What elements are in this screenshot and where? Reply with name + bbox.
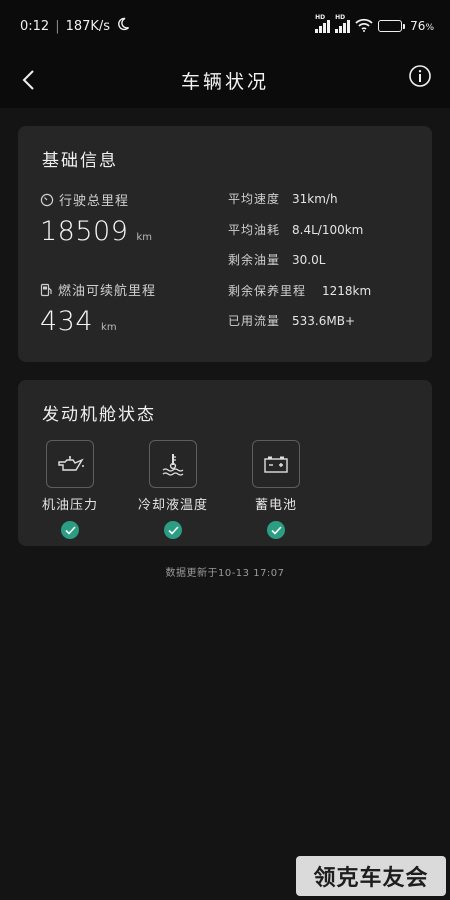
- wifi-icon: [355, 18, 373, 35]
- total-mileage-label: 行驶总里程: [40, 190, 129, 209]
- status-right: HD HD 76%: [315, 14, 434, 35]
- status-separator: |: [55, 18, 60, 34]
- status-time: 0:12: [20, 18, 50, 34]
- oil-can-icon: [46, 440, 94, 488]
- total-mileage-number: 18509: [40, 216, 129, 247]
- basic-info-card: 基础信息 行驶总里程 18509 km 燃油可续航里程 434 km 平均速度 …: [18, 126, 432, 362]
- detail-row-data-usage: 已用流量 533.6MB+: [228, 313, 355, 329]
- watermark-logo: 领克车友会: [296, 856, 446, 896]
- page-title: 车辆状况: [180, 70, 269, 93]
- back-button[interactable]: [16, 66, 40, 94]
- chevron-left-icon: [22, 70, 34, 90]
- total-mileage-unit: km: [136, 232, 152, 243]
- engine-status-title: 发动机舱状态: [42, 405, 156, 425]
- detail-row-remaining-fuel: 剩余油量 30.0L: [228, 252, 326, 268]
- engine-item-coolant-temp[interactable]: 冷却液温度: [123, 440, 223, 539]
- status-bar: 0:12 | 187K/s HD HD 76%: [0, 0, 450, 52]
- basic-info-title: 基础信息: [42, 151, 118, 171]
- coolant-temp-label: 冷却液温度: [137, 498, 208, 513]
- fuel-pump-icon: [40, 283, 52, 296]
- status-left: 0:12 | 187K/s: [20, 17, 130, 35]
- update-timestamp: 数据更新于10-13 17:07: [165, 568, 285, 579]
- status-net-speed: 187K/s: [65, 18, 111, 34]
- engine-item-oil-pressure[interactable]: 机油压力: [20, 440, 120, 539]
- check-icon: [61, 521, 79, 539]
- oil-pressure-label: 机油压力: [41, 498, 98, 513]
- fuel-range-value: 434 km: [40, 306, 117, 337]
- fuel-range-unit: km: [101, 322, 117, 333]
- signal-icon: HD: [315, 14, 331, 33]
- battery-label: 蓄电池: [254, 498, 297, 513]
- info-icon: [409, 65, 431, 87]
- battery-status-icon: [378, 20, 406, 32]
- odometer-icon: [40, 193, 54, 206]
- total-mileage-value: 18509 km: [40, 216, 152, 247]
- check-icon: [267, 521, 285, 539]
- detail-row-avg-speed: 平均速度 31km/h: [228, 191, 338, 207]
- header: 车辆状况: [0, 52, 450, 108]
- moon-icon: [116, 17, 130, 35]
- signal-icon-2: HD: [335, 14, 351, 33]
- info-button[interactable]: [408, 64, 432, 88]
- engine-status-card: 发动机舱状态 机油压力 冷却液温度 蓄电池: [18, 380, 432, 546]
- detail-row-avg-fuel: 平均油耗 8.4L/100km: [228, 222, 364, 238]
- check-icon: [164, 521, 182, 539]
- fuel-range-label: 燃油可续航里程: [40, 280, 156, 299]
- detail-row-maintenance: 剩余保养里程 1218km: [228, 283, 372, 299]
- fuel-range-number: 434: [40, 306, 94, 337]
- coolant-temp-icon: [149, 440, 197, 488]
- battery-percent: 76%: [410, 19, 434, 33]
- car-battery-icon: [252, 440, 300, 488]
- engine-item-battery[interactable]: 蓄电池: [226, 440, 326, 539]
